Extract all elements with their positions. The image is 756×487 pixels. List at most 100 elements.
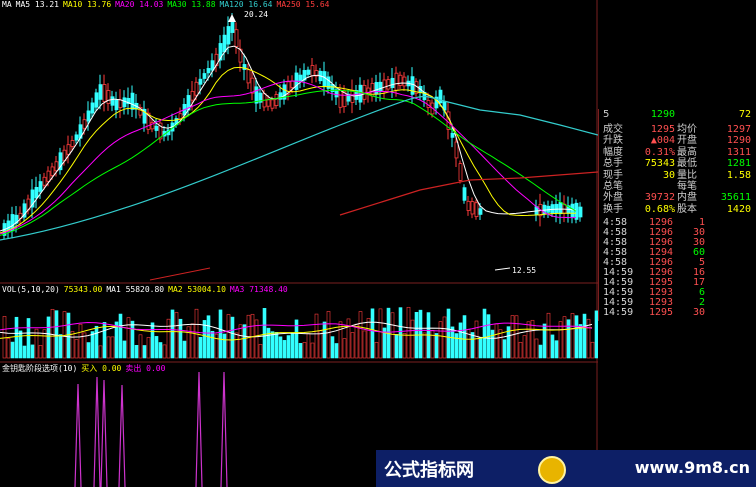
volume-bar xyxy=(158,342,163,359)
watermark-left-text: 公式指标网 xyxy=(384,460,474,481)
volume-bar xyxy=(326,311,331,359)
volume-bar xyxy=(478,337,483,359)
volume-bar xyxy=(210,330,215,359)
volume-bar xyxy=(458,322,463,359)
volume-bar xyxy=(402,333,407,359)
candle-body xyxy=(338,89,343,108)
trade-row: 14:59 1295 30 xyxy=(599,307,755,318)
candle-body xyxy=(74,134,79,141)
price-chart[interactable] xyxy=(0,0,598,487)
volume-bar xyxy=(46,316,51,359)
signal-spike xyxy=(74,383,82,487)
volume-bar xyxy=(50,308,55,359)
volume-bar xyxy=(90,331,95,359)
signal-spike xyxy=(118,384,126,487)
volume-bar xyxy=(14,316,19,359)
volume-bar xyxy=(154,336,159,359)
volume-bar xyxy=(538,344,543,359)
volume-bar xyxy=(106,336,111,359)
candle-body xyxy=(230,21,235,33)
volume-bar xyxy=(346,318,351,359)
volume-bar xyxy=(574,315,579,359)
volume-bar xyxy=(258,344,263,359)
candle-body xyxy=(378,81,383,93)
candle-body xyxy=(402,76,407,87)
volume-bar xyxy=(66,312,71,359)
volume-bar xyxy=(278,336,283,359)
volume-bar xyxy=(262,308,267,359)
candle-body xyxy=(390,77,395,89)
volume-bar xyxy=(334,343,339,359)
volume-bar xyxy=(330,336,335,359)
candle-body xyxy=(106,90,111,104)
volume-bar xyxy=(322,321,327,359)
candle-body xyxy=(266,99,271,107)
candle-body xyxy=(554,203,559,214)
volume-bar xyxy=(182,340,187,359)
quote-label: 幅度 xyxy=(603,146,623,158)
main_legend-item: MA250 15.64 xyxy=(276,0,330,9)
volume-bar xyxy=(110,336,115,359)
volume-bar xyxy=(226,314,231,359)
volume-bar xyxy=(418,309,423,359)
volume-bar xyxy=(38,345,43,359)
candle-body xyxy=(474,202,479,218)
volume-bar xyxy=(98,345,103,359)
candle-body xyxy=(398,74,403,86)
candle-body xyxy=(46,170,51,182)
candle-body xyxy=(462,187,467,201)
candle-body xyxy=(86,110,91,122)
volume-bar xyxy=(130,320,135,359)
volume-bar xyxy=(162,344,167,359)
volume-bar xyxy=(198,336,203,359)
low-marker-line xyxy=(494,267,511,271)
volume-bar xyxy=(58,334,63,359)
main_legend-item: MA20 14.03 xyxy=(115,0,164,9)
quote-row: 5 1290 72 xyxy=(599,109,755,121)
volume-bar xyxy=(242,324,247,359)
ma250-line xyxy=(149,267,211,281)
quote-value: 39732 xyxy=(644,192,675,204)
quote-value: 0.68% xyxy=(644,203,675,215)
volume-bar xyxy=(542,323,547,359)
volume-bar xyxy=(570,313,575,359)
volume-bar xyxy=(30,344,35,359)
volume-bar xyxy=(6,338,11,359)
candle-body xyxy=(386,79,391,90)
candle-body xyxy=(306,69,311,75)
candle-body xyxy=(154,125,159,131)
volume-bar xyxy=(298,343,303,359)
quote-label: 外盘 xyxy=(603,192,623,204)
candle-body xyxy=(194,81,199,96)
volume-bar xyxy=(138,334,143,359)
volume-bar xyxy=(438,321,443,359)
candle-body xyxy=(310,65,315,77)
candle-body xyxy=(470,201,475,215)
candle-body xyxy=(274,93,279,107)
volume-bar xyxy=(142,345,147,359)
volume-bar xyxy=(546,312,551,359)
volume-bar xyxy=(94,325,99,359)
trade-price: 1295 xyxy=(649,307,674,318)
indicator_legend-item: 买入 0.00 xyxy=(81,364,122,373)
volume-bar xyxy=(350,332,355,359)
volume-bar xyxy=(470,332,475,359)
candle-body xyxy=(478,208,483,215)
quote-value: ▲004 xyxy=(650,135,675,147)
ma5-line xyxy=(0,45,577,232)
volume-bar xyxy=(174,312,179,359)
volume-bar xyxy=(302,342,307,359)
volume-bar xyxy=(394,334,399,359)
volume-bar xyxy=(374,342,379,359)
volume-bar xyxy=(490,329,495,359)
quote-label: 最高 xyxy=(677,146,697,158)
volume-bar xyxy=(202,320,207,359)
candle-body xyxy=(118,99,123,108)
quote-label: 现手 xyxy=(603,169,623,181)
volume-bar xyxy=(366,318,371,359)
volume-bar xyxy=(170,309,175,359)
signal-spike xyxy=(195,371,203,487)
main_legend-item: MA30 13.88 xyxy=(167,0,216,9)
volume-bar xyxy=(410,319,415,359)
volume-bar xyxy=(378,308,383,359)
